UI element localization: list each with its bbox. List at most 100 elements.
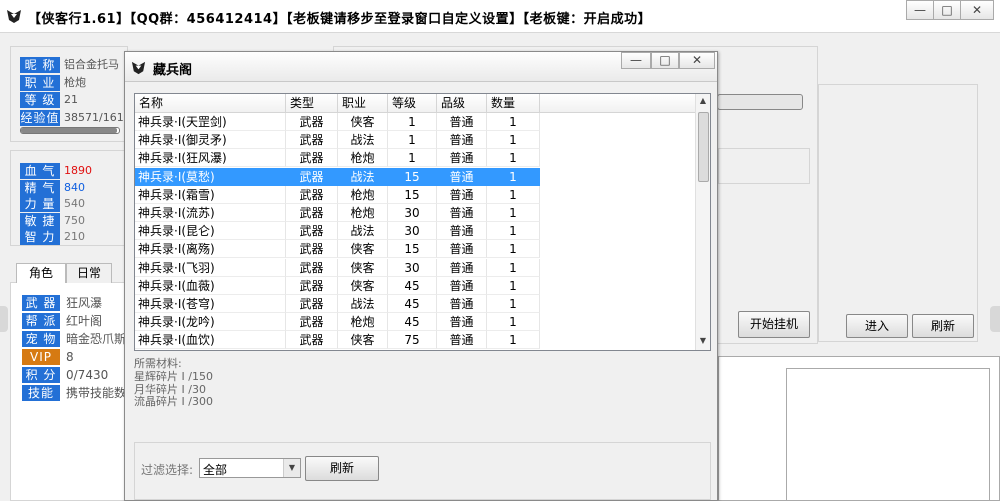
app-logo-icon bbox=[7, 10, 21, 23]
table-row[interactable]: 神兵录·I(苍穹) 武器 战法 45 普通 1 bbox=[135, 295, 540, 313]
table-cell: 武器 bbox=[286, 240, 338, 259]
table-cell: 1 bbox=[388, 149, 437, 168]
table-cell: 武器 bbox=[286, 276, 338, 295]
table-cell: 45 bbox=[388, 313, 437, 332]
progress-bar bbox=[717, 94, 803, 110]
table-cell: 神兵录·I(霜雪) bbox=[135, 185, 286, 204]
left-scroll-arrow-icon[interactable] bbox=[0, 306, 8, 332]
table-cell: 神兵录·I(狂风瀑) bbox=[135, 149, 286, 168]
minimize-button[interactable]: — bbox=[906, 0, 934, 20]
scroll-up-icon[interactable]: ▲ bbox=[698, 96, 708, 108]
role-value: 红叶阁 bbox=[66, 314, 103, 328]
exp-progress-bar bbox=[20, 127, 120, 134]
table-cell: 武器 bbox=[286, 185, 338, 204]
table-cell: 侠客 bbox=[338, 276, 388, 295]
stat-label: 血 气 bbox=[20, 163, 60, 179]
table-row[interactable]: 神兵录·I(狂风瀑) 武器 枪炮 1 普通 1 bbox=[135, 149, 540, 168]
restore-button[interactable]: □ bbox=[933, 0, 961, 20]
table-row[interactable]: 神兵录·I(莫愁) 武器 战法 15 普通 1 bbox=[135, 167, 540, 186]
chevron-down-icon[interactable]: ▼ bbox=[283, 459, 300, 477]
table-row[interactable]: 神兵录·I(离殇) 武器 侠客 15 普通 1 bbox=[135, 240, 540, 259]
profile-label: 职 业 bbox=[20, 74, 60, 91]
column-header[interactable]: 数量 bbox=[487, 94, 540, 113]
close-button[interactable]: ✕ bbox=[960, 0, 994, 20]
window-title: 【侠客行1.61】【QQ群：456412414】【老板键请移步至登录窗口自定义设… bbox=[28, 12, 652, 27]
right-panel bbox=[818, 84, 978, 342]
stat-value: 1890 bbox=[64, 164, 92, 177]
table-cell: 武器 bbox=[286, 313, 338, 332]
table-row[interactable]: 神兵录·I(霜雪) 武器 枪炮 15 普通 1 bbox=[135, 185, 540, 204]
table-row[interactable]: 神兵录·I(御灵矛) 武器 战法 1 普通 1 bbox=[135, 131, 540, 150]
table-row[interactable]: 神兵录·I(龙吟) 武器 枪炮 45 普通 1 bbox=[135, 313, 540, 332]
dialog-minimize-button[interactable]: — bbox=[621, 52, 651, 69]
column-header[interactable]: 职业 bbox=[338, 94, 388, 113]
tab-daily[interactable]: 日常 bbox=[66, 263, 112, 283]
table-cell: 普通 bbox=[437, 313, 487, 332]
table-cell: 75 bbox=[388, 331, 437, 350]
right-scroll-arrow-icon[interactable] bbox=[990, 306, 1000, 332]
column-header[interactable]: 等级 bbox=[388, 94, 437, 113]
stat-value: 840 bbox=[64, 180, 85, 194]
table-cell: 普通 bbox=[437, 131, 487, 150]
profile-label: 等 级 bbox=[20, 92, 60, 108]
filter-select[interactable]: 全部 ▼ bbox=[199, 458, 301, 478]
stat-label: 精 气 bbox=[20, 179, 60, 196]
scroll-down-icon[interactable]: ▼ bbox=[698, 336, 708, 348]
stat-value: 210 bbox=[64, 230, 85, 243]
start-hook-button[interactable]: 开始挂机 bbox=[738, 311, 810, 338]
table-cell: 神兵录·I(飞羽) bbox=[135, 258, 286, 277]
table-cell: 1 bbox=[487, 113, 540, 131]
table-row[interactable]: 神兵录·I(飞羽) 武器 侠客 30 普通 1 bbox=[135, 258, 540, 277]
dialog-maximize-button[interactable]: □ bbox=[651, 52, 679, 69]
table-row[interactable]: 神兵录·I(血薇) 武器 侠客 45 普通 1 bbox=[135, 276, 540, 295]
table-row[interactable]: 神兵录·I(天罡剑) 武器 侠客 1 普通 1 bbox=[135, 113, 540, 131]
tab-role[interactable]: 角色 bbox=[16, 263, 66, 283]
table-cell: 1 bbox=[487, 204, 540, 222]
table-cell: 神兵录·I(御灵矛) bbox=[135, 131, 286, 150]
role-value: 暗金恐爪斯 bbox=[66, 332, 127, 346]
table-cell: 神兵录·I(昆仑) bbox=[135, 222, 286, 241]
table-cell: 30 bbox=[388, 258, 437, 277]
table-cell: 武器 bbox=[286, 258, 338, 277]
armory-dialog: 藏兵阁 — □ ✕ 名称 类型 职业 等级 品级 数量 神兵录·I(天罡剑) 武器 侠客 1 普通… bbox=[124, 51, 718, 501]
table-cell: 神兵录·I(离殇) bbox=[135, 240, 286, 259]
table-cell: 普通 bbox=[437, 204, 487, 222]
dialog-refresh-button[interactable]: 刷新 bbox=[305, 456, 379, 481]
table-cell: 15 bbox=[388, 167, 437, 186]
column-header[interactable]: 名称 bbox=[135, 94, 286, 113]
stat-label: 力 量 bbox=[20, 196, 60, 212]
table-cell: 30 bbox=[388, 222, 437, 241]
dialog-logo-icon bbox=[131, 61, 146, 75]
materials-title: 所需材料: bbox=[134, 357, 182, 370]
column-header[interactable]: 类型 bbox=[286, 94, 338, 113]
role-label: 武 器 bbox=[22, 295, 60, 311]
column-header[interactable]: 品级 bbox=[437, 94, 487, 113]
stat-label: 敏 捷 bbox=[20, 212, 60, 229]
table-row[interactable]: 神兵录·I(流苏) 武器 枪炮 30 普通 1 bbox=[135, 204, 540, 222]
table-cell: 侠客 bbox=[338, 240, 388, 259]
table-cell: 1 bbox=[487, 149, 540, 168]
table-cell: 侠客 bbox=[338, 331, 388, 350]
table-cell: 武器 bbox=[286, 113, 338, 131]
material-item: 流晶碎片 I /300 bbox=[134, 395, 213, 408]
role-label: 宠 物 bbox=[22, 331, 60, 347]
scroll-thumb[interactable] bbox=[698, 112, 709, 182]
table-cell: 1 bbox=[487, 222, 540, 241]
refresh-button[interactable]: 刷新 bbox=[912, 314, 974, 338]
table-cell: 武器 bbox=[286, 204, 338, 222]
enter-button[interactable]: 进入 bbox=[846, 314, 908, 338]
dialog-close-button[interactable]: ✕ bbox=[679, 52, 715, 69]
table-cell: 侠客 bbox=[338, 258, 388, 277]
table-row[interactable]: 神兵录·I(血饮) 武器 侠客 75 普通 1 bbox=[135, 331, 540, 350]
table-cell: 战法 bbox=[338, 131, 388, 150]
table-cell: 1 bbox=[487, 295, 540, 313]
column-header-filler bbox=[540, 94, 695, 113]
table-cell: 1 bbox=[487, 131, 540, 150]
table-cell: 普通 bbox=[437, 258, 487, 277]
table-cell: 神兵录·I(流苏) bbox=[135, 204, 286, 222]
table-scrollbar[interactable]: ▲ ▼ bbox=[695, 94, 710, 350]
table-row[interactable]: 神兵录·I(昆仑) 武器 战法 30 普通 1 bbox=[135, 222, 540, 241]
profile-value: 枪炮 bbox=[64, 75, 86, 89]
profile-value: 铝合金托马 bbox=[64, 58, 119, 71]
table-cell: 45 bbox=[388, 295, 437, 313]
